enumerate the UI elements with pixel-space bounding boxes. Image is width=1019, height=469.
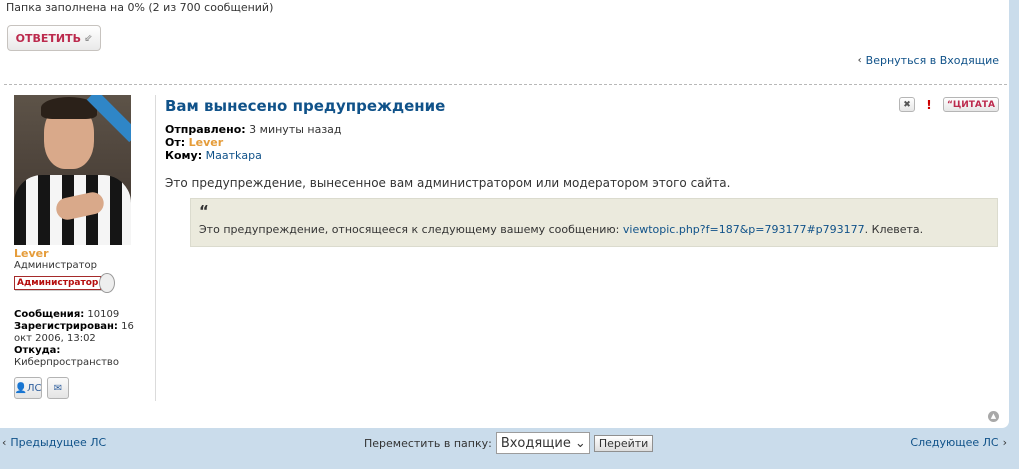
back-to-top-icon[interactable]: ▲: [988, 411, 999, 422]
quote-mark-icon: “: [199, 202, 209, 220]
folder-select-value: Входящие: [500, 435, 571, 451]
author-rank: Администратор: [14, 260, 97, 271]
next-pm-label: Следующее ЛС: [910, 436, 999, 449]
rank-badge: Администратор: [14, 273, 115, 293]
quote-text-end: . Клевета.: [864, 223, 924, 236]
quote-button[interactable]: “ЦИТАТА: [942, 97, 999, 112]
registered-label: Зарегистрирован:: [14, 321, 118, 332]
from-label: От:: [165, 136, 186, 149]
footer-bar: ‹ Предыдущее ЛС Переместить в папку: Вхо…: [0, 428, 1019, 469]
warning-icon: !: [926, 97, 932, 112]
reply-arrow-icon: ⇙: [83, 32, 93, 44]
posts-stat: Сообщения: 10109: [14, 309, 154, 321]
previous-pm-label: Предыдущее ЛС: [10, 436, 107, 449]
sent-value: 3 минуты назад: [249, 123, 342, 136]
move-to-folder: Переместить в папку: Входящие ⌄ Перейти: [364, 432, 654, 454]
to-user-link[interactable]: Маатkара: [206, 149, 262, 162]
send-pm-button[interactable]: 👤 ЛС: [14, 377, 42, 399]
author-name[interactable]: Lever: [14, 247, 49, 260]
delete-button[interactable]: ✖: [898, 97, 915, 112]
divider: [4, 84, 1007, 85]
author-stats: Сообщения: 10109 Зарегистрирован: 16 окт…: [14, 309, 154, 369]
post-profile: Lever Администратор Администратор Сообще…: [14, 95, 156, 401]
move-label: Переместить в папку:: [364, 436, 492, 450]
key-icon: [99, 273, 115, 293]
previous-pm-link[interactable]: ‹ Предыдущее ЛС: [2, 436, 106, 449]
chevron-right-icon: ›: [1002, 436, 1007, 449]
pm-label: ЛС: [26, 382, 42, 394]
post-title: Вам вынесено предупреждение: [165, 97, 446, 115]
folder-select[interactable]: Входящие ⌄: [495, 432, 590, 454]
contact-icons: 👤 ЛС ✉: [14, 377, 69, 399]
quote-block: “ Это предупреждение, относящееся к след…: [190, 198, 998, 247]
rank-badge-label: Администратор: [14, 276, 102, 290]
report-button[interactable]: !: [921, 97, 937, 112]
posts-value[interactable]: 10109: [87, 309, 119, 320]
reply-button[interactable]: ОТВЕТИТЬ ⇙: [7, 25, 101, 51]
chevron-left-icon: ‹: [857, 55, 862, 66]
quote-text: Это предупреждение, относящееся к следую…: [199, 223, 989, 236]
to-label: Кому:: [165, 149, 203, 162]
from-user-link[interactable]: Lever: [189, 136, 224, 149]
go-button[interactable]: Перейти: [593, 434, 654, 452]
chevron-left-icon: ‹: [2, 436, 7, 449]
reply-button-label: ОТВЕТИТЬ: [15, 31, 81, 45]
back-to-inbox-link[interactable]: ‹ Вернуться в Входящие: [858, 54, 999, 67]
quote-text-start: Это предупреждение, относящееся к следую…: [199, 223, 623, 236]
post-content: Это предупреждение, вынесенное вам админ…: [165, 176, 731, 190]
from-row: От: Lever: [165, 136, 342, 149]
registered-stat: Зарегистрирован: 16 окт 2006, 13:02: [14, 321, 154, 345]
avatar[interactable]: [14, 95, 131, 245]
quote-topic-link[interactable]: viewtopic.php?f=187&p=793177#p793177: [623, 223, 865, 236]
envelope-icon: ✉: [53, 382, 63, 394]
location-label: Откуда:: [14, 345, 61, 356]
sent-row: Отправлено: 3 минуты назад: [165, 123, 342, 136]
to-row: Кому: Маатkара: [165, 149, 342, 162]
next-pm-link[interactable]: Следующее ЛС ›: [910, 436, 1007, 449]
message-panel: Папка заполнена на 0% (2 из 700 сообщени…: [0, 0, 1009, 428]
location-value: Киберпространство: [14, 357, 119, 368]
posts-label: Сообщения:: [14, 309, 85, 320]
quote-button-label: ЦИТАТА: [952, 99, 995, 110]
post-meta: Отправлено: 3 минуты назад От: Lever Ком…: [165, 123, 342, 162]
sent-label: Отправлено:: [165, 123, 246, 136]
close-icon: ✖: [903, 99, 911, 110]
user-icon: 👤: [14, 382, 27, 394]
post-actions: ✖ ! “ЦИТАТА: [898, 97, 999, 112]
back-link-label: Вернуться в Входящие: [865, 54, 999, 67]
email-button[interactable]: ✉: [47, 377, 69, 399]
chevron-down-icon: ⌄: [574, 435, 586, 451]
location-stat: Откуда: Киберпространство: [14, 345, 154, 369]
folder-status: Папка заполнена на 0% (2 из 700 сообщени…: [6, 1, 274, 14]
